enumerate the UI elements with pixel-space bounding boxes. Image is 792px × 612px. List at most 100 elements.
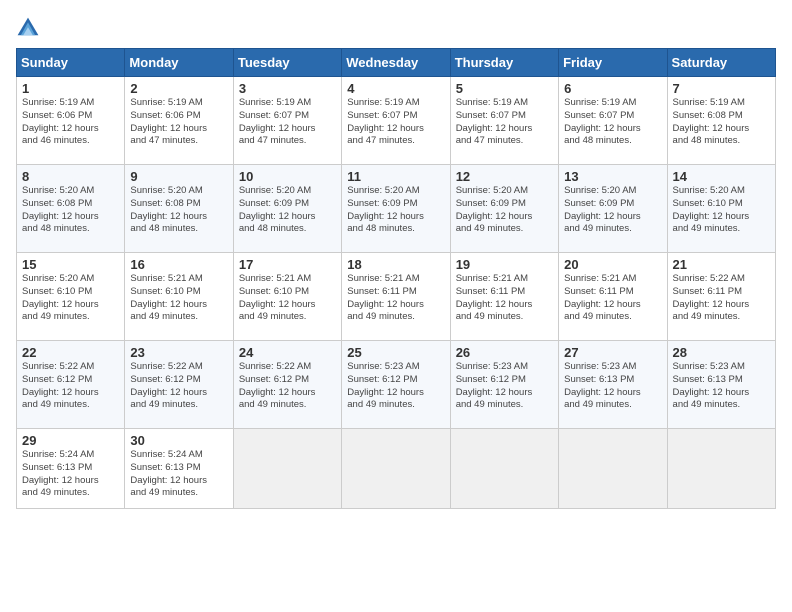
day-info: Sunrise: 5:19 AM Sunset: 6:08 PM Dayligh… — [673, 97, 770, 148]
calendar-day-22: 22Sunrise: 5:22 AM Sunset: 6:12 PM Dayli… — [17, 341, 125, 429]
day-info: Sunrise: 5:19 AM Sunset: 6:07 PM Dayligh… — [239, 97, 336, 148]
day-info: Sunrise: 5:21 AM Sunset: 6:11 PM Dayligh… — [456, 273, 553, 324]
calendar-day-2: 2Sunrise: 5:19 AM Sunset: 6:06 PM Daylig… — [125, 77, 233, 165]
weekday-header-saturday: Saturday — [667, 49, 775, 77]
day-number: 7 — [673, 81, 770, 96]
calendar-day-12: 12Sunrise: 5:20 AM Sunset: 6:09 PM Dayli… — [450, 165, 558, 253]
weekday-header-sunday: Sunday — [17, 49, 125, 77]
calendar-week-4: 22 Sunrise: 5:22 AM Sunset: 6:12 PM Dayli… — [17, 341, 776, 429]
day-number: 11 — [347, 169, 444, 184]
day-number: 19 — [456, 257, 553, 272]
empty-cell — [233, 429, 341, 509]
calendar-day-28: 28Sunrise: 5:23 AM Sunset: 6:13 PM Dayli… — [667, 341, 775, 429]
day-number: 4 — [347, 81, 444, 96]
day-info: Sunrise: 5:19 AM Sunset: 6:06 PM Dayligh… — [22, 97, 119, 148]
calendar-week-1: 1Sunrise: 5:19 AM Sunset: 6:06 PM Daylig… — [17, 77, 776, 165]
day-info: Sunrise: 5:21 AM Sunset: 6:10 PM Dayligh… — [239, 273, 336, 324]
day-number: 22 — [22, 345, 119, 360]
day-info: Sunrise: 5:23 AM Sunset: 6:13 PM Dayligh… — [673, 361, 770, 412]
day-number: 2 — [130, 81, 227, 96]
day-number: 27 — [564, 345, 661, 360]
calendar-day-4: 4Sunrise: 5:19 AM Sunset: 6:07 PM Daylig… — [342, 77, 450, 165]
logo-icon — [16, 16, 40, 40]
calendar-day-7: 7Sunrise: 5:19 AM Sunset: 6:08 PM Daylig… — [667, 77, 775, 165]
calendar-day-25: 25Sunrise: 5:23 AM Sunset: 6:12 PM Dayli… — [342, 341, 450, 429]
calendar-table: SundayMondayTuesdayWednesdayThursdayFrid… — [16, 48, 776, 509]
day-number: 12 — [456, 169, 553, 184]
calendar-day-29: 29Sunrise: 5:24 AM Sunset: 6:13 PM Dayli… — [17, 429, 125, 509]
day-info: Sunrise: 5:21 AM Sunset: 6:11 PM Dayligh… — [564, 273, 661, 324]
day-number: 25 — [347, 345, 444, 360]
day-number: 24 — [239, 345, 336, 360]
calendar-week-5: 29Sunrise: 5:24 AM Sunset: 6:13 PM Dayli… — [17, 429, 776, 509]
calendar-day-8: 8Sunrise: 5:20 AM Sunset: 6:08 PM Daylig… — [17, 165, 125, 253]
calendar-day-20: 20Sunrise: 5:21 AM Sunset: 6:11 PM Dayli… — [559, 253, 667, 341]
calendar-week-3: 15Sunrise: 5:20 AM Sunset: 6:10 PM Dayli… — [17, 253, 776, 341]
calendar-day-19: 19Sunrise: 5:21 AM Sunset: 6:11 PM Dayli… — [450, 253, 558, 341]
day-info: Sunrise: 5:21 AM Sunset: 6:11 PM Dayligh… — [347, 273, 444, 324]
day-info: Sunrise: 5:19 AM Sunset: 6:07 PM Dayligh… — [347, 97, 444, 148]
day-number: 21 — [673, 257, 770, 272]
empty-cell — [667, 429, 775, 509]
empty-cell — [450, 429, 558, 509]
day-number: 20 — [564, 257, 661, 272]
calendar-day-3: 3Sunrise: 5:19 AM Sunset: 6:07 PM Daylig… — [233, 77, 341, 165]
empty-cell — [342, 429, 450, 509]
weekday-header-row: SundayMondayTuesdayWednesdayThursdayFrid… — [17, 49, 776, 77]
day-info: Sunrise: 5:24 AM Sunset: 6:13 PM Dayligh… — [22, 449, 119, 500]
day-info: Sunrise: 5:21 AM Sunset: 6:10 PM Dayligh… — [130, 273, 227, 324]
day-number: 23 — [130, 345, 227, 360]
day-number: 3 — [239, 81, 336, 96]
day-info: Sunrise: 5:20 AM Sunset: 6:09 PM Dayligh… — [456, 185, 553, 236]
calendar-day-24: 24Sunrise: 5:22 AM Sunset: 6:12 PM Dayli… — [233, 341, 341, 429]
day-info: Sunrise: 5:20 AM Sunset: 6:10 PM Dayligh… — [673, 185, 770, 236]
day-info: Sunrise: 5:19 AM Sunset: 6:06 PM Dayligh… — [130, 97, 227, 148]
day-info: Sunrise: 5:20 AM Sunset: 6:09 PM Dayligh… — [347, 185, 444, 236]
calendar-day-13: 13Sunrise: 5:20 AM Sunset: 6:09 PM Dayli… — [559, 165, 667, 253]
calendar-day-16: 16Sunrise: 5:21 AM Sunset: 6:10 PM Dayli… — [125, 253, 233, 341]
day-number: 6 — [564, 81, 661, 96]
calendar-day-5: 5Sunrise: 5:19 AM Sunset: 6:07 PM Daylig… — [450, 77, 558, 165]
calendar-day-17: 17Sunrise: 5:21 AM Sunset: 6:10 PM Dayli… — [233, 253, 341, 341]
calendar-day-23: 23Sunrise: 5:22 AM Sunset: 6:12 PM Dayli… — [125, 341, 233, 429]
day-number: 29 — [22, 433, 119, 448]
weekday-header-thursday: Thursday — [450, 49, 558, 77]
day-number: 26 — [456, 345, 553, 360]
weekday-header-wednesday: Wednesday — [342, 49, 450, 77]
calendar-day-6: 6Sunrise: 5:19 AM Sunset: 6:07 PM Daylig… — [559, 77, 667, 165]
day-number: 10 — [239, 169, 336, 184]
day-number: 17 — [239, 257, 336, 272]
day-number: 13 — [564, 169, 661, 184]
day-number: 1 — [22, 81, 119, 96]
day-info: Sunrise: 5:22 AM Sunset: 6:12 PM Dayligh… — [239, 361, 336, 412]
calendar-day-15: 15Sunrise: 5:20 AM Sunset: 6:10 PM Dayli… — [17, 253, 125, 341]
weekday-header-friday: Friday — [559, 49, 667, 77]
day-info: Sunrise: 5:19 AM Sunset: 6:07 PM Dayligh… — [564, 97, 661, 148]
day-number: 14 — [673, 169, 770, 184]
logo — [16, 16, 44, 40]
day-number: 18 — [347, 257, 444, 272]
calendar-day-30: 30Sunrise: 5:24 AM Sunset: 6:13 PM Dayli… — [125, 429, 233, 509]
calendar-day-1: 1Sunrise: 5:19 AM Sunset: 6:06 PM Daylig… — [17, 77, 125, 165]
calendar-day-11: 11Sunrise: 5:20 AM Sunset: 6:09 PM Dayli… — [342, 165, 450, 253]
day-number: 16 — [130, 257, 227, 272]
calendar-day-26: 26Sunrise: 5:23 AM Sunset: 6:12 PM Dayli… — [450, 341, 558, 429]
day-info: Sunrise: 5:22 AM Sunset: 6:11 PM Dayligh… — [673, 273, 770, 324]
day-info: Sunrise: 5:23 AM Sunset: 6:12 PM Dayligh… — [347, 361, 444, 412]
day-info: Sunrise: 5:20 AM Sunset: 6:08 PM Dayligh… — [130, 185, 227, 236]
day-info: Sunrise: 5:22 AM Sunset: 6:12 PM Dayligh… — [130, 361, 227, 412]
calendar-day-27: 27Sunrise: 5:23 AM Sunset: 6:13 PM Dayli… — [559, 341, 667, 429]
weekday-header-tuesday: Tuesday — [233, 49, 341, 77]
day-number: 8 — [22, 169, 119, 184]
calendar-week-2: 8 Sunrise: 5:20 AM Sunset: 6:08 PM Daylig… — [17, 165, 776, 253]
calendar-day-21: 21Sunrise: 5:22 AM Sunset: 6:11 PM Dayli… — [667, 253, 775, 341]
day-number: 9 — [130, 169, 227, 184]
day-info: Sunrise: 5:20 AM Sunset: 6:09 PM Dayligh… — [564, 185, 661, 236]
day-number: 15 — [22, 257, 119, 272]
day-info: Sunrise: 5:24 AM Sunset: 6:13 PM Dayligh… — [130, 449, 227, 500]
day-info: Sunrise: 5:20 AM Sunset: 6:09 PM Dayligh… — [239, 185, 336, 236]
day-number: 28 — [673, 345, 770, 360]
empty-cell — [559, 429, 667, 509]
calendar-day-18: 18Sunrise: 5:21 AM Sunset: 6:11 PM Dayli… — [342, 253, 450, 341]
day-number: 5 — [456, 81, 553, 96]
